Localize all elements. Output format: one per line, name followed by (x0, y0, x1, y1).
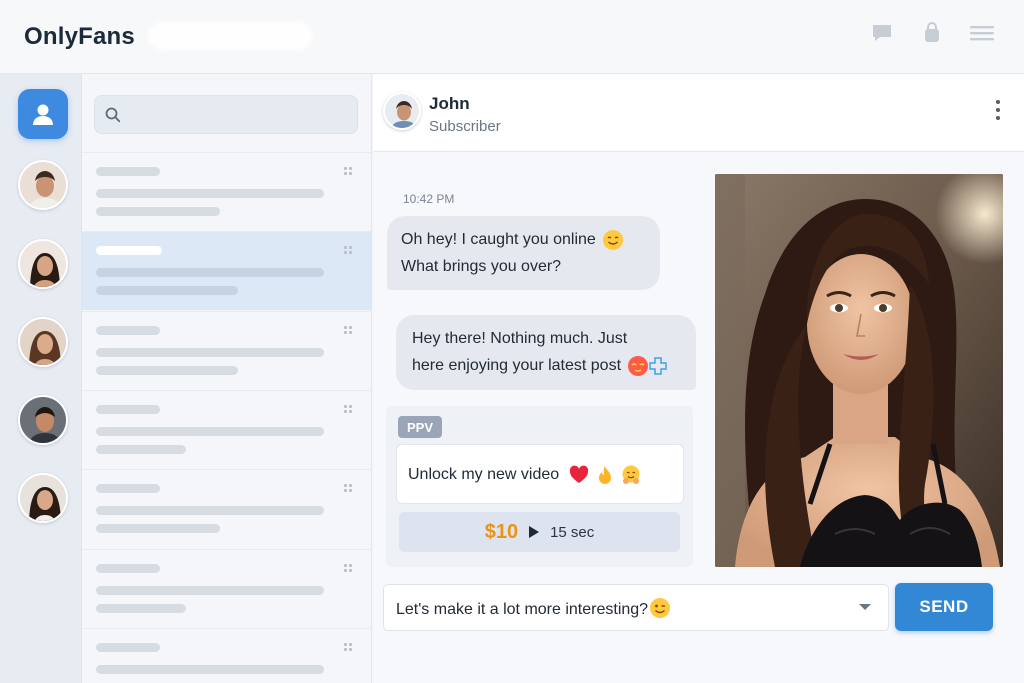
message-line: What brings you over? (401, 258, 562, 275)
drag-handle-icon[interactable] (344, 326, 352, 334)
contact-name[interactable]: John (429, 94, 470, 114)
ppv-price: $10 (484, 520, 519, 543)
hug-face-icon (622, 465, 640, 484)
composer-text[interactable]: Let's make it a lot more interesting? (396, 597, 671, 619)
drag-handle-icon[interactable] (344, 405, 352, 413)
ppv-badge: PPV (398, 416, 442, 438)
contact-avatar[interactable] (18, 160, 68, 210)
kiss-face-icon (628, 355, 649, 376)
more-options-icon[interactable] (994, 100, 1002, 122)
drag-handle-icon[interactable] (344, 484, 352, 492)
row-name-placeholder (96, 643, 160, 652)
composer-input-value[interactable]: Let's make it a lot more interesting? (396, 601, 648, 618)
row-name-placeholder (96, 167, 160, 176)
chat-icon[interactable] (868, 20, 896, 46)
top-bar: OnlyFans (0, 0, 1024, 74)
bag-icon[interactable] (918, 20, 946, 46)
menu-icon[interactable] (968, 20, 996, 46)
conversation-row[interactable] (82, 311, 372, 390)
play-icon[interactable] (528, 525, 540, 539)
conversation-row-active[interactable] (82, 231, 372, 310)
row-preview-placeholder (96, 524, 220, 533)
photo-image (715, 174, 1003, 567)
heart-icon (569, 465, 588, 483)
row-preview-placeholder (96, 604, 186, 613)
message-line: Hey there! Nothing much. Just (412, 330, 628, 347)
row-preview-placeholder (96, 348, 324, 357)
chat-header: John Subscriber (373, 74, 1024, 152)
message-timestamp: 10:42 PM (403, 192, 455, 206)
user-icon (33, 104, 53, 125)
row-name-placeholder (96, 405, 160, 414)
contact-avatar[interactable] (18, 473, 68, 523)
smiling-face-icon (603, 229, 624, 250)
contact-avatar[interactable] (383, 92, 421, 130)
contact-avatar[interactable] (18, 317, 68, 367)
conversation-row[interactable] (82, 390, 372, 469)
row-preview-placeholder (96, 427, 324, 436)
row-preview-placeholder (96, 445, 186, 454)
send-button[interactable]: SEND (895, 583, 993, 631)
contact-avatar[interactable] (18, 239, 68, 289)
message-composer[interactable]: Let's make it a lot more interesting? (383, 584, 889, 631)
contact-status: Subscriber (429, 118, 501, 135)
outgoing-message: Hey there! Nothing much. Just here enjoy… (396, 315, 696, 390)
winking-face-icon (650, 598, 671, 618)
row-name-placeholder (96, 246, 162, 255)
drag-handle-icon[interactable] (344, 246, 352, 254)
ppv-text: Unlock my new video (408, 466, 560, 483)
row-preview-placeholder (96, 366, 238, 375)
row-name-placeholder (96, 564, 160, 573)
row-preview-placeholder (96, 268, 324, 277)
row-preview-placeholder (96, 189, 324, 198)
contact-avatar[interactable] (18, 395, 68, 445)
drag-handle-icon[interactable] (344, 167, 352, 175)
ppv-message-card[interactable]: PPV Unlock my new video $10 15 sec (386, 406, 693, 567)
profile-button[interactable] (18, 89, 68, 139)
contacts-rail (0, 74, 82, 683)
row-preview-placeholder (96, 586, 324, 595)
ppv-message: Unlock my new video (396, 444, 684, 504)
fire-icon (598, 465, 611, 484)
conversation-row[interactable] (82, 469, 372, 548)
chevron-down-icon[interactable] (858, 603, 872, 612)
ppv-duration: 15 sec (550, 523, 595, 541)
search-input[interactable] (129, 96, 353, 133)
row-preview-placeholder (96, 665, 324, 674)
conversation-row[interactable] (82, 549, 372, 628)
shared-photo[interactable] (715, 174, 1003, 567)
header-icons (868, 20, 996, 46)
row-preview-placeholder (96, 286, 238, 295)
sparkle-icon (649, 357, 668, 375)
chat-panel: John Subscriber 10:42 PM Oh hey! I caugh… (373, 74, 1024, 683)
message-line: Oh hey! I caught you online (401, 231, 596, 248)
message-line: here enjoying your latest post (412, 357, 622, 374)
conversation-row[interactable] (82, 152, 372, 231)
search-box[interactable] (94, 95, 358, 134)
row-preview-placeholder (96, 506, 324, 515)
row-name-placeholder (96, 326, 160, 335)
drag-handle-icon[interactable] (344, 643, 352, 651)
ppv-unlock-bar[interactable]: $10 15 sec (399, 512, 680, 552)
brand-logo[interactable]: OnlyFans (24, 23, 135, 51)
incoming-message: Oh hey! I caught you online What brings … (387, 216, 660, 290)
search-icon (105, 107, 121, 123)
header-placeholder (148, 22, 313, 50)
conversation-row[interactable] (82, 628, 372, 683)
drag-handle-icon[interactable] (344, 564, 352, 572)
row-preview-placeholder (96, 207, 220, 216)
conversation-list (82, 74, 372, 683)
row-name-placeholder (96, 484, 160, 493)
